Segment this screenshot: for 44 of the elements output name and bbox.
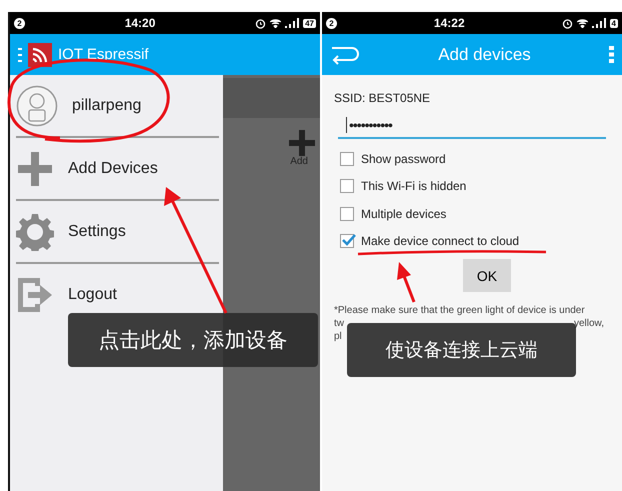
checkbox-label: Show password [361, 152, 446, 166]
checkbox-label: Multiple devices [361, 206, 446, 221]
checkbox[interactable] [340, 234, 354, 248]
checkbox[interactable] [340, 152, 354, 166]
plus-icon [16, 150, 54, 188]
notification-count: 2 [14, 18, 25, 28]
footnote-text: *Please make sure that the green light of device is under [334, 304, 585, 317]
alarm-icon [255, 18, 266, 28]
checkbox-label: Make device connect to cloud [361, 234, 520, 248]
ok-button[interactable]: OK [463, 259, 511, 292]
signal-icon [592, 18, 606, 28]
toast-message: 使设备连接上云端 [347, 323, 576, 377]
wifi-icon [270, 18, 282, 28]
ssid-label: SSID: BEST05NE [334, 91, 432, 105]
plus-icon[interactable] [289, 130, 315, 156]
menu-icon[interactable] [18, 48, 22, 62]
notification-count: 2 [326, 18, 337, 28]
checkbox[interactable] [340, 206, 354, 221]
app-title: IOT Espressif [58, 46, 149, 63]
back-icon[interactable] [330, 44, 360, 64]
settings-icon [16, 212, 54, 250]
checkbox[interactable] [340, 179, 354, 194]
battery-level: 47 [303, 18, 316, 28]
footnote-text: tw [334, 317, 344, 330]
add-label: Add [290, 156, 308, 167]
screen-title: Add devices [437, 44, 532, 64]
footnote-text: pl [334, 330, 342, 343]
alarm-icon [562, 18, 573, 28]
wifi-logo-icon [28, 42, 52, 66]
wifi-icon [576, 18, 588, 28]
footnote-text: yellow, [574, 317, 604, 330]
drawer-item[interactable]: Settings [16, 201, 219, 264]
more-options-icon[interactable] [609, 46, 614, 63]
logout-icon [16, 276, 54, 314]
checkbox-label: This Wi-Fi is hidden [361, 179, 466, 194]
status-time: 14:22 [432, 16, 466, 30]
avatar-icon [16, 84, 58, 126]
toast-message: 点击此处，添加设备 [68, 313, 318, 367]
annotation-arrow [397, 262, 416, 303]
password-field[interactable]: ••••••••••• [338, 113, 606, 139]
user-name: pillarpeng [72, 96, 142, 114]
battery-level: 4 [610, 18, 618, 28]
status-time: 14:20 [124, 16, 156, 30]
signal-icon [285, 18, 300, 28]
